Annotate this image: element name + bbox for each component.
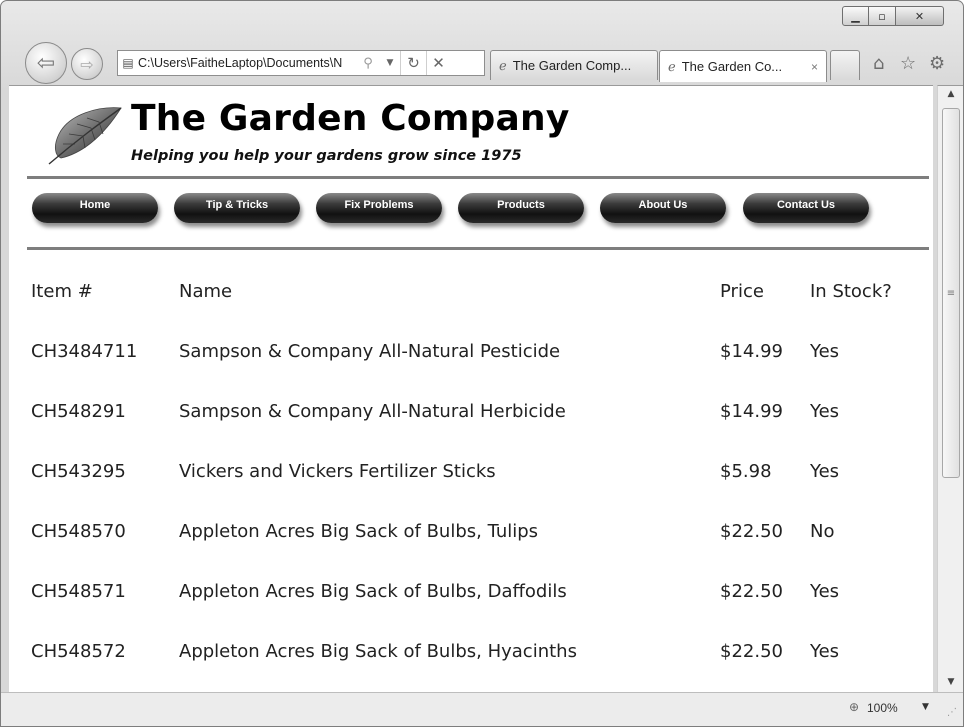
home-icon[interactable]: ⌂ [873,53,884,74]
stop-icon[interactable]: ✕ [426,51,450,75]
cell-name: Sampson & Company All-Natural Herbicide [179,400,566,422]
table-row: CH548571 Appleton Acres Big Sack of Bulb… [31,561,931,621]
page-viewport: The Garden Company Helping you help your… [9,85,933,692]
nav-products-button[interactable]: Products [458,193,584,223]
nav-fix-problems-button[interactable]: Fix Problems [316,193,442,223]
back-button[interactable]: ⇦ [25,42,67,84]
resize-grip-icon[interactable]: ⋰ [947,707,957,718]
ie-page-icon: ℯ [499,57,507,73]
gear-icon[interactable]: ⚙ [929,53,945,74]
scroll-thumb[interactable]: ≡ [942,108,960,478]
close-window-button[interactable]: ✕ [896,6,944,26]
page-icon: ▤ [122,56,134,70]
ie-page-icon: ℯ [668,58,676,74]
minimize-button[interactable]: ▁ [842,6,869,26]
zoom-icon[interactable]: ⊕ [849,700,859,714]
column-header-stock: In Stock? [810,280,892,302]
table-row: CH548572 Appleton Acres Big Sack of Bulb… [31,621,931,681]
cell-item: CH548291 [31,400,126,422]
maximize-button[interactable]: ▫ [869,6,896,26]
browser-window: ▁ ▫ ✕ ⇦ ⇨ ▤ C:\Users\FaitheLaptop\Docume… [0,0,964,727]
cell-price: $14.99 [720,400,783,422]
tab-garden-company-1[interactable]: ℯ The Garden Comp... [490,50,658,80]
cell-item: CH548570 [31,520,126,542]
scroll-up-arrow-icon[interactable]: ▲ [938,89,963,99]
site-title: The Garden Company [131,98,570,139]
scroll-down-arrow-icon[interactable]: ▼ [938,677,963,687]
cell-price: $14.99 [720,340,783,362]
divider [27,176,929,179]
nav-home-button[interactable]: Home [32,193,158,223]
tab-title: The Garden Co... [681,59,783,74]
status-bar: ⊕ 100% ▼ ⋰ [1,692,963,726]
site-nav: Home Tip & Tricks Fix Problems Products … [9,193,933,229]
refresh-icon[interactable]: ↻ [400,51,426,75]
tab-garden-company-2[interactable]: ℯ The Garden Co... × [659,50,827,82]
search-icon[interactable]: ⚲ [356,51,380,75]
tab-close-icon[interactable]: × [811,60,818,74]
table-row: CH543295 Vickers and Vickers Fertilizer … [31,441,931,501]
nav-contact-button[interactable]: Contact Us [743,193,869,223]
cell-price: $22.50 [720,520,783,542]
zoom-level[interactable]: 100% [867,701,898,715]
star-icon[interactable]: ☆ [900,53,916,74]
product-table: Item # Name Price In Stock? CH3484711 Sa… [31,261,931,681]
cell-stock: Yes [810,580,840,602]
cell-price: $22.50 [720,640,783,662]
cell-stock: No [810,520,835,542]
column-header-price: Price [720,280,764,302]
back-arrow-icon: ⇦ [36,50,56,76]
title-bar: ▁ ▫ ✕ [1,1,963,35]
cell-name: Sampson & Company All-Natural Pesticide [179,340,561,362]
cell-stock: Yes [810,640,840,662]
column-header-name: Name [179,280,233,302]
cell-item: CH3484711 [31,340,138,362]
leaf-icon [48,107,122,165]
cell-stock: Yes [810,400,840,422]
table-row: CH3484711 Sampson & Company All-Natural … [31,321,931,381]
site-tagline: Helping you help your gardens grow since… [131,148,522,164]
table-row: CH548570 Appleton Acres Big Sack of Bulb… [31,501,931,561]
column-header-item: Item # [31,280,93,302]
chevron-down-icon[interactable]: ▼ [380,51,400,75]
cell-name: Appleton Acres Big Sack of Bulbs, Daffod… [179,580,567,602]
cell-price: $5.98 [720,460,772,482]
cell-stock: Yes [810,340,840,362]
table-header-row: Item # Name Price In Stock? [31,261,931,321]
new-tab-button[interactable] [830,50,860,80]
forward-arrow-icon: ⇨ [80,54,94,74]
forward-button[interactable]: ⇨ [71,48,103,80]
chevron-down-icon[interactable]: ▼ [922,702,929,712]
address-bar[interactable]: ▤ C:\Users\FaitheLaptop\Documents\N ⚲ ▼ … [117,50,485,76]
cell-stock: Yes [810,460,840,482]
cell-name: Appleton Acres Big Sack of Bulbs, Tulips [179,520,539,542]
tab-title: The Garden Comp... [512,58,632,73]
address-input[interactable]: C:\Users\FaitheLaptop\Documents\N [138,56,356,70]
cell-item: CH548571 [31,580,126,602]
nav-about-button[interactable]: About Us [600,193,726,223]
cell-name: Vickers and Vickers Fertilizer Sticks [179,460,496,482]
cell-item: CH543295 [31,460,126,482]
cell-item: CH548572 [31,640,126,662]
table-row: CH548291 Sampson & Company All-Natural H… [31,381,931,441]
vertical-scrollbar[interactable]: ▲ ≡ ▼ [937,85,963,692]
nav-tips-button[interactable]: Tip & Tricks [174,193,300,223]
divider [27,247,929,250]
cell-name: Appleton Acres Big Sack of Bulbs, Hyacin… [179,640,577,662]
cell-price: $22.50 [720,580,783,602]
